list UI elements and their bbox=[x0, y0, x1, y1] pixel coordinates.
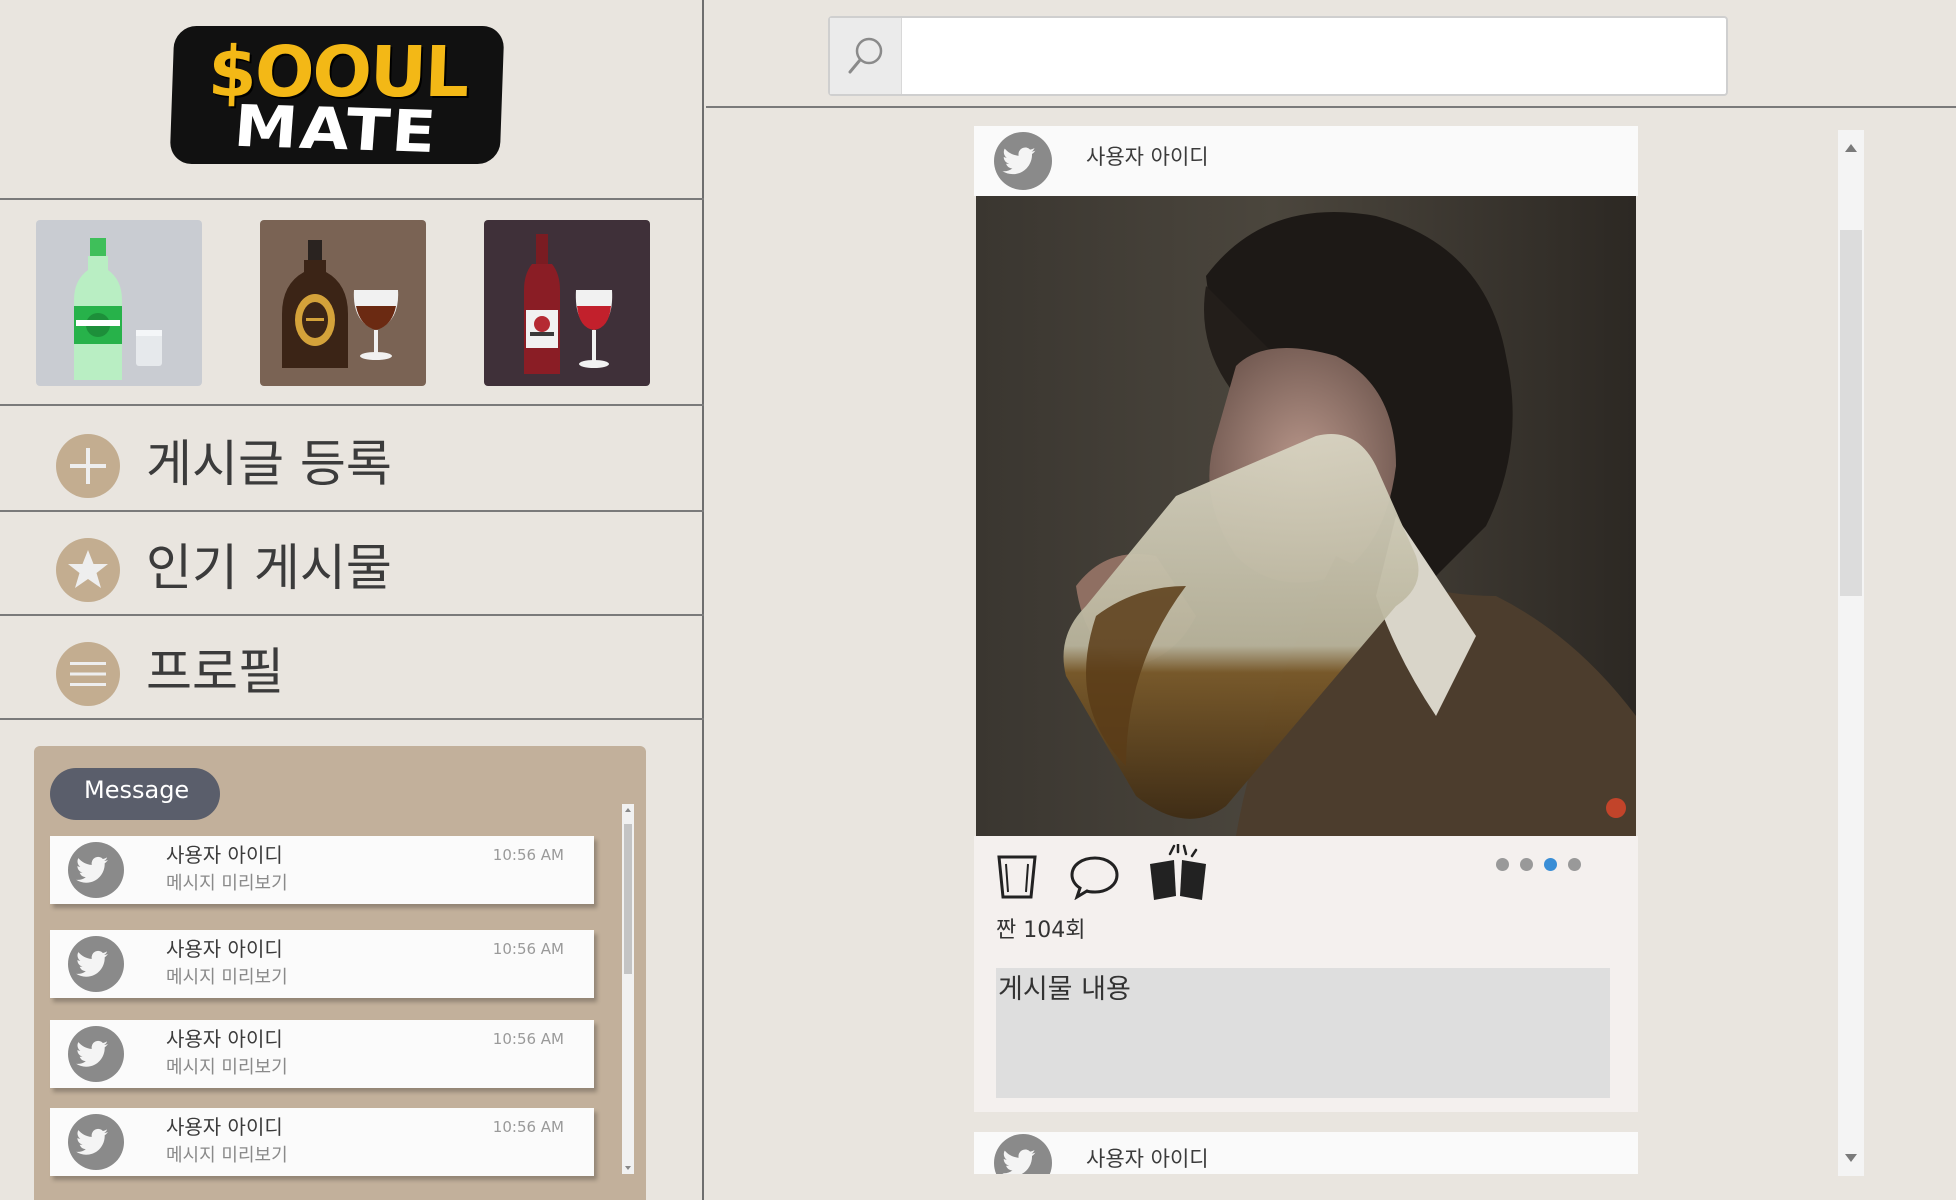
search-box bbox=[828, 16, 1728, 96]
hamburger-icon bbox=[56, 642, 120, 706]
avatar-bird-icon[interactable] bbox=[994, 1134, 1052, 1174]
message-scrollbar-thumb[interactable] bbox=[624, 824, 632, 974]
message-item[interactable]: 사용자 아이디 메시지 미리보기 10:56 AM bbox=[50, 836, 594, 904]
scroll-down-arrow-icon[interactable] bbox=[625, 1166, 631, 1170]
menu-label-profile: 프로필 bbox=[146, 643, 284, 701]
message-preview: 메시지 미리보기 bbox=[166, 1145, 288, 1166]
message-list: 사용자 아이디 메시지 미리보기 10:56 AM 사용자 아이디 메시지 미리… bbox=[50, 836, 610, 1200]
message-time: 10:56 AM bbox=[492, 1030, 564, 1048]
carousel-dot-active[interactable] bbox=[1544, 858, 1557, 871]
avatar-bird-icon bbox=[68, 936, 124, 992]
carousel-dot[interactable] bbox=[1496, 858, 1509, 871]
post-body: 짠 104회 게시물 내용 bbox=[974, 836, 1638, 1112]
whiskey-bottle-icon bbox=[282, 240, 399, 368]
message-preview: 메시지 미리보기 bbox=[166, 1057, 288, 1078]
message-user-id: 사용자 아이디 bbox=[166, 937, 283, 961]
message-tab[interactable]: Message bbox=[50, 768, 220, 820]
top-bar bbox=[706, 0, 1956, 108]
toast-button[interactable] bbox=[1146, 844, 1212, 900]
post-header: 사용자 아이디 bbox=[974, 126, 1638, 196]
drink-wine-button[interactable] bbox=[484, 220, 650, 386]
scroll-down-arrow-icon[interactable] bbox=[1845, 1154, 1857, 1162]
scroll-up-arrow-icon[interactable] bbox=[1845, 144, 1857, 152]
logo-bottom-text: MATE bbox=[231, 93, 440, 167]
message-time: 10:56 AM bbox=[492, 846, 564, 864]
search-button[interactable] bbox=[830, 18, 902, 94]
carousel-dot[interactable] bbox=[1568, 858, 1581, 871]
message-item[interactable]: 사용자 아이디 메시지 미리보기 10:56 AM bbox=[50, 930, 594, 998]
menu-label-popular: 인기 게시물 bbox=[146, 539, 392, 597]
post-photo[interactable] bbox=[976, 196, 1636, 836]
speech-bubble-icon bbox=[1070, 856, 1119, 900]
app-logo[interactable]: $OOUL MATE bbox=[169, 26, 505, 167]
feed-scrollbar-thumb[interactable] bbox=[1840, 230, 1862, 596]
search-input[interactable] bbox=[904, 18, 1724, 94]
star-icon bbox=[56, 538, 120, 602]
post-header: 사용자 아이디 bbox=[974, 1132, 1638, 1174]
post-feed: 사용자 아이디 짠 104회 게시물 내용 사용자 아이디 bbox=[974, 126, 1638, 1174]
message-panel: Message 사용자 아이디 메시지 미리보기 10:56 AM 사용자 아이… bbox=[34, 746, 646, 1200]
feed-scrollbar[interactable] bbox=[1838, 130, 1864, 1176]
message-item[interactable]: 사용자 아이디 메시지 미리보기 10:56 AM bbox=[50, 1108, 594, 1176]
avatar-bird-icon bbox=[68, 1114, 124, 1170]
comment-button[interactable] bbox=[1070, 854, 1120, 900]
message-preview: 메시지 미리보기 bbox=[166, 967, 288, 988]
scroll-up-arrow-icon[interactable] bbox=[625, 808, 631, 812]
logo-area: $OOUL MATE bbox=[0, 0, 704, 200]
message-time: 10:56 AM bbox=[492, 1118, 564, 1136]
message-user-id: 사용자 아이디 bbox=[166, 1115, 283, 1139]
beer-glass-icon bbox=[997, 855, 1037, 899]
message-user-id: 사용자 아이디 bbox=[166, 1027, 283, 1051]
wine-bottle-icon bbox=[524, 234, 613, 374]
cheers-count: 짠 104회 bbox=[996, 918, 1086, 943]
avatar-bird-icon bbox=[68, 842, 124, 898]
avatar-bird-icon[interactable] bbox=[994, 132, 1052, 190]
post-photo-image bbox=[976, 196, 1636, 836]
message-user-id: 사용자 아이디 bbox=[166, 843, 283, 867]
sidebar: $OOUL MATE 게시글 등록 인기 게시물 프로필 Message 사용자… bbox=[0, 0, 704, 1200]
post-content: 게시물 내용 bbox=[996, 968, 1610, 1098]
carousel-dot[interactable] bbox=[1520, 858, 1533, 871]
drink-soju-button[interactable] bbox=[36, 220, 202, 386]
soju-bottle-icon bbox=[74, 238, 162, 380]
message-time: 10:56 AM bbox=[492, 940, 564, 958]
message-preview: 메시지 미리보기 bbox=[166, 873, 288, 894]
cheers-glass-button[interactable] bbox=[996, 854, 1038, 900]
drink-whiskey-button[interactable] bbox=[260, 220, 426, 386]
menu-profile[interactable]: 프로필 bbox=[0, 616, 704, 720]
post-user-id[interactable]: 사용자 아이디 bbox=[1086, 1144, 1209, 1174]
menu-label-new-post: 게시글 등록 bbox=[146, 435, 392, 493]
avatar-bird-icon bbox=[68, 1026, 124, 1082]
menu-new-post[interactable]: 게시글 등록 bbox=[0, 408, 704, 512]
post-user-id[interactable]: 사용자 아이디 bbox=[1086, 142, 1209, 172]
message-scrollbar[interactable] bbox=[622, 804, 634, 1174]
search-icon bbox=[848, 37, 883, 74]
menu-popular-posts[interactable]: 인기 게시물 bbox=[0, 512, 704, 616]
drink-category-row bbox=[0, 202, 704, 406]
message-item[interactable]: 사용자 아이디 메시지 미리보기 10:56 AM bbox=[50, 1020, 594, 1088]
cheers-clink-icon bbox=[1150, 844, 1206, 900]
plus-icon bbox=[56, 434, 120, 498]
